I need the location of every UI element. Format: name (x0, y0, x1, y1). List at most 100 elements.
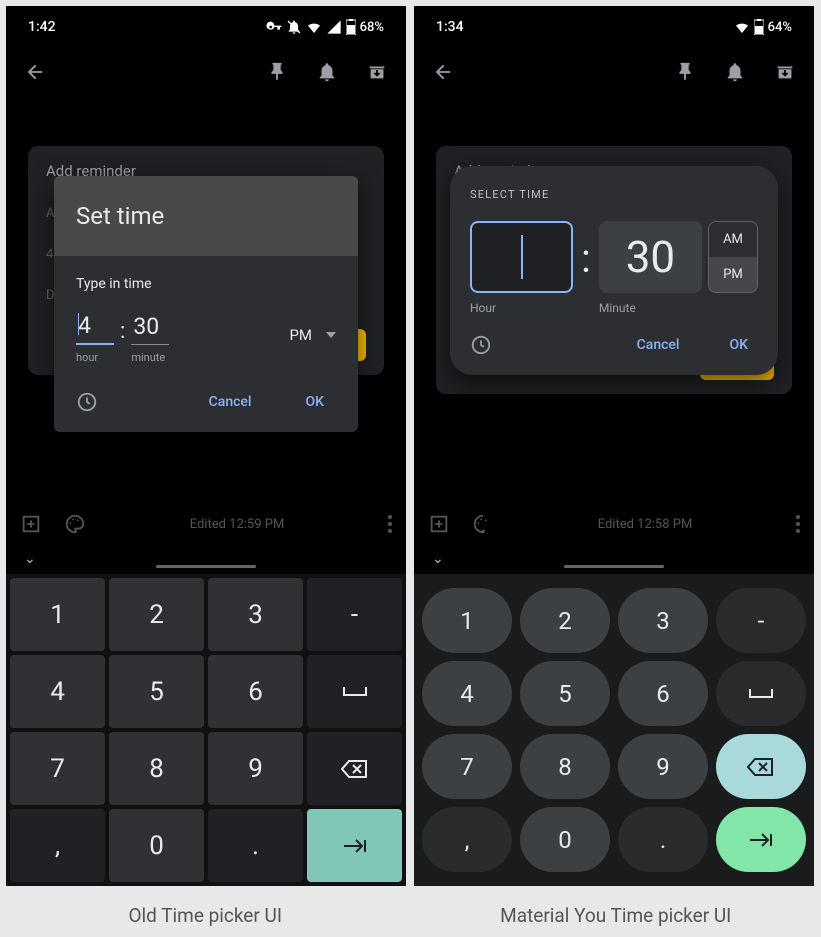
app-topbar (6, 48, 406, 96)
add-box-icon[interactable] (20, 513, 42, 535)
key-6[interactable]: 6 (208, 655, 303, 728)
archive-icon[interactable] (774, 61, 796, 83)
phone-old: 1:42 68% Add reminder Au (6, 6, 406, 886)
key-backspace[interactable] (716, 734, 806, 799)
hour-input[interactable] (470, 221, 573, 293)
time-picker-old: Set time Type in time 4 hour : 30 minute… (54, 176, 358, 432)
wifi-icon (734, 19, 750, 35)
note-toolbar: Edited 12:58 PM (414, 504, 814, 544)
home-indicator (156, 565, 256, 568)
dnd-icon (286, 19, 302, 35)
reminder-icon[interactable] (316, 61, 338, 83)
text-caret (78, 313, 79, 335)
clock-icon[interactable] (76, 391, 98, 413)
key-5[interactable]: 5 (520, 661, 610, 726)
add-box-icon[interactable] (428, 513, 450, 535)
dialog-subtitle: SELECT TIME (470, 188, 758, 201)
palette-icon[interactable] (64, 513, 86, 535)
key-0[interactable]: 0 (109, 809, 204, 882)
time-colon: : (120, 319, 125, 364)
reminder-icon[interactable] (724, 61, 746, 83)
pin-icon[interactable] (674, 61, 696, 83)
chevron-down-icon[interactable]: ⌄ (432, 551, 444, 567)
keyboard-new: 1 2 3 - 4 5 6 7 8 9 , 0 . (414, 574, 814, 886)
cancel-button[interactable]: Cancel (627, 329, 690, 361)
key-5[interactable]: 5 (109, 655, 204, 728)
key-9[interactable]: 9 (208, 732, 303, 805)
key-0[interactable]: 0 (520, 807, 610, 872)
caption-old: Old Time picker UI (5, 904, 405, 927)
pm-button[interactable]: PM (709, 257, 757, 292)
key-7[interactable]: 7 (10, 732, 105, 805)
keyboard-navbar: ⌄ (414, 544, 814, 574)
key-space[interactable] (716, 661, 806, 726)
wifi-icon (306, 19, 322, 35)
app-topbar (414, 48, 814, 96)
status-time: 1:42 (28, 19, 56, 35)
minute-input[interactable]: 30 (599, 221, 702, 293)
ok-button[interactable]: OK (294, 386, 337, 418)
key-9[interactable]: 9 (618, 734, 708, 799)
chevron-down-icon[interactable]: ⌄ (24, 551, 36, 567)
key-space[interactable] (307, 655, 402, 728)
more-icon[interactable] (796, 515, 800, 533)
key-2[interactable]: 2 (520, 588, 610, 653)
key-7[interactable]: 7 (422, 734, 512, 799)
key-8[interactable]: 8 (520, 734, 610, 799)
edited-text: Edited 12:59 PM (108, 517, 366, 532)
time-colon: : (579, 221, 593, 315)
archive-icon[interactable] (366, 61, 388, 83)
key-1[interactable]: 1 (10, 578, 105, 651)
key-comma[interactable]: , (10, 809, 105, 882)
key-period[interactable]: . (618, 807, 708, 872)
clock-icon[interactable] (470, 334, 492, 356)
edited-text: Edited 12:58 PM (516, 517, 774, 532)
key-3[interactable]: 3 (618, 588, 708, 653)
pin-icon[interactable] (266, 61, 288, 83)
battery-icon (346, 19, 356, 35)
keyboard-navbar: ⌄ (6, 544, 406, 574)
cancel-button[interactable]: Cancel (197, 386, 264, 418)
palette-icon[interactable] (472, 513, 494, 535)
key-next[interactable] (307, 809, 402, 882)
minute-label: minute (131, 351, 169, 364)
vpn-key-icon (266, 19, 282, 35)
key-dash[interactable]: - (307, 578, 402, 651)
dropdown-icon (326, 332, 336, 338)
key-period[interactable]: . (208, 809, 303, 882)
ampm-toggle: AM PM (708, 221, 758, 293)
battery-text: 64% (768, 20, 792, 35)
status-bar: 1:42 68% (6, 6, 406, 48)
am-button[interactable]: AM (709, 222, 757, 257)
status-icons: 68% (266, 19, 384, 35)
minute-input[interactable]: 30 (131, 311, 169, 345)
back-icon[interactable] (24, 61, 46, 83)
key-6[interactable]: 6 (618, 661, 708, 726)
key-dash[interactable]: - (716, 588, 806, 653)
time-picker-new: SELECT TIME Hour : 30 Minute AM PM Canc (450, 166, 778, 375)
hour-label: hour (76, 351, 114, 364)
home-indicator (564, 565, 664, 568)
key-2[interactable]: 2 (109, 578, 204, 651)
status-bar: 1:34 64% (414, 6, 814, 48)
key-4[interactable]: 4 (10, 655, 105, 728)
caption-new: Material You Time picker UI (416, 904, 816, 927)
key-next[interactable] (716, 807, 806, 872)
signal-icon (326, 19, 342, 35)
hour-input[interactable]: 4 (76, 310, 114, 345)
ampm-dropdown[interactable]: PM (289, 326, 336, 364)
back-icon[interactable] (432, 61, 454, 83)
keyboard-old: 1 2 3 - 4 5 6 7 8 9 , 0 . (6, 574, 406, 886)
key-4[interactable]: 4 (422, 661, 512, 726)
key-8[interactable]: 8 (109, 732, 204, 805)
dialog-subtitle: Type in time (76, 276, 336, 292)
phone-new: 1:34 64% Add reminder Cancel Save (414, 6, 814, 886)
status-time: 1:34 (436, 19, 464, 35)
key-3[interactable]: 3 (208, 578, 303, 651)
key-comma[interactable]: , (422, 807, 512, 872)
more-icon[interactable] (388, 515, 392, 533)
key-backspace[interactable] (307, 732, 402, 805)
key-1[interactable]: 1 (422, 588, 512, 653)
ok-button[interactable]: OK (720, 329, 759, 361)
minute-label: Minute (599, 301, 702, 315)
